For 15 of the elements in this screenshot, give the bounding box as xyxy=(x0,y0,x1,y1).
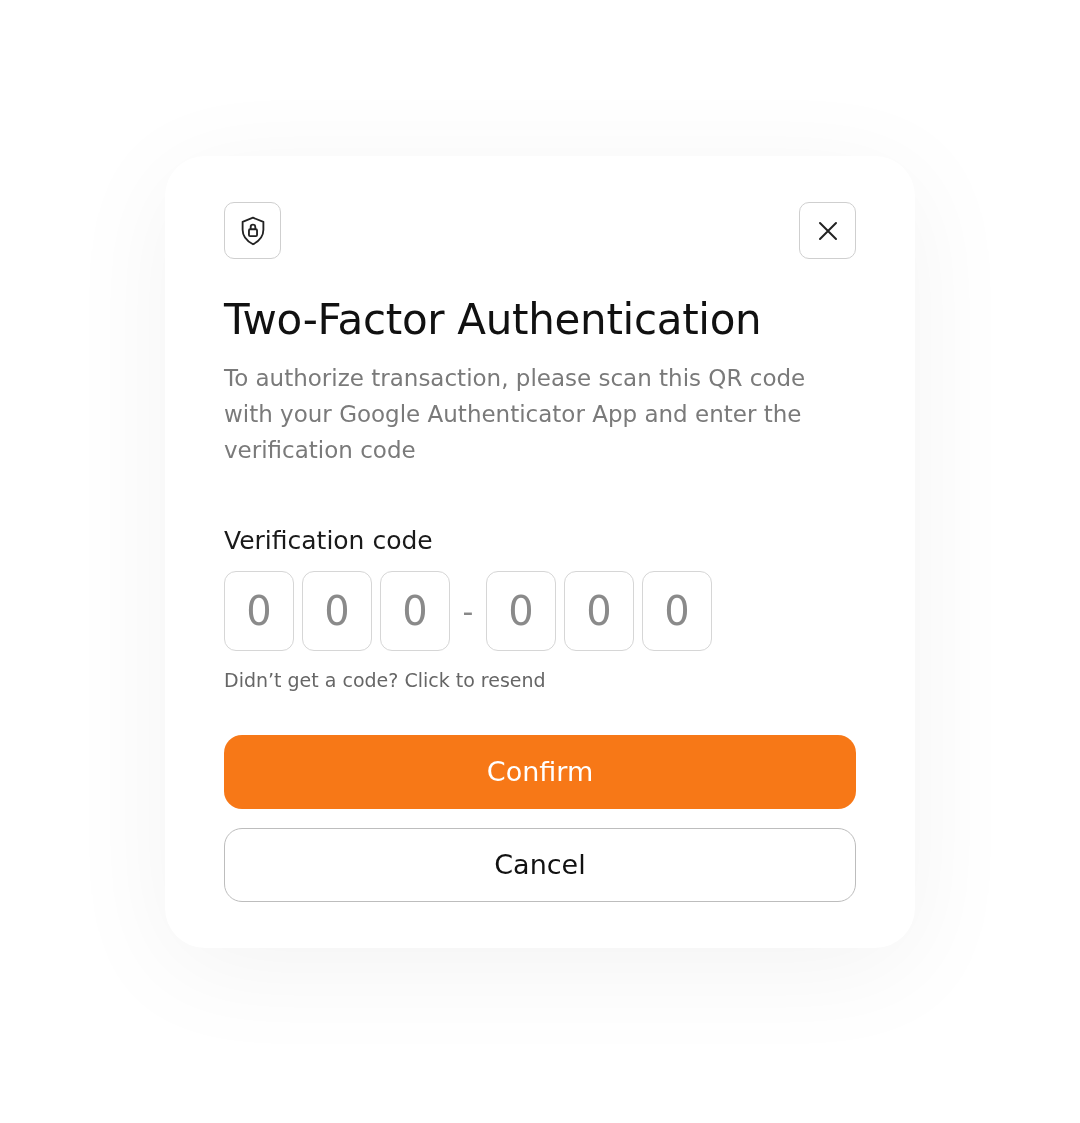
digit-field[interactable]: 0 xyxy=(486,571,556,651)
digit-field[interactable]: 0 xyxy=(564,571,634,651)
separator: - xyxy=(461,593,475,629)
cancel-button[interactable]: Cancel xyxy=(224,828,856,902)
close-icon xyxy=(817,220,838,241)
security-button[interactable] xyxy=(224,202,281,259)
digit-field[interactable]: 0 xyxy=(224,571,294,651)
resend-link[interactable]: Didn’t get a code? Click to resend xyxy=(224,669,856,691)
digit-field[interactable]: 0 xyxy=(380,571,450,651)
field-label: Verification code xyxy=(224,526,434,555)
dialog-description: To authorize transaction, please scan this QR code with your Google Authenticator App and enter the verification code xyxy=(224,364,807,465)
close-button[interactable] xyxy=(799,202,856,259)
digit-field[interactable]: 0 xyxy=(302,571,372,651)
dialog-title: Two-Factor Authentication xyxy=(224,295,763,344)
digit-field[interactable]: 0 xyxy=(642,571,712,651)
